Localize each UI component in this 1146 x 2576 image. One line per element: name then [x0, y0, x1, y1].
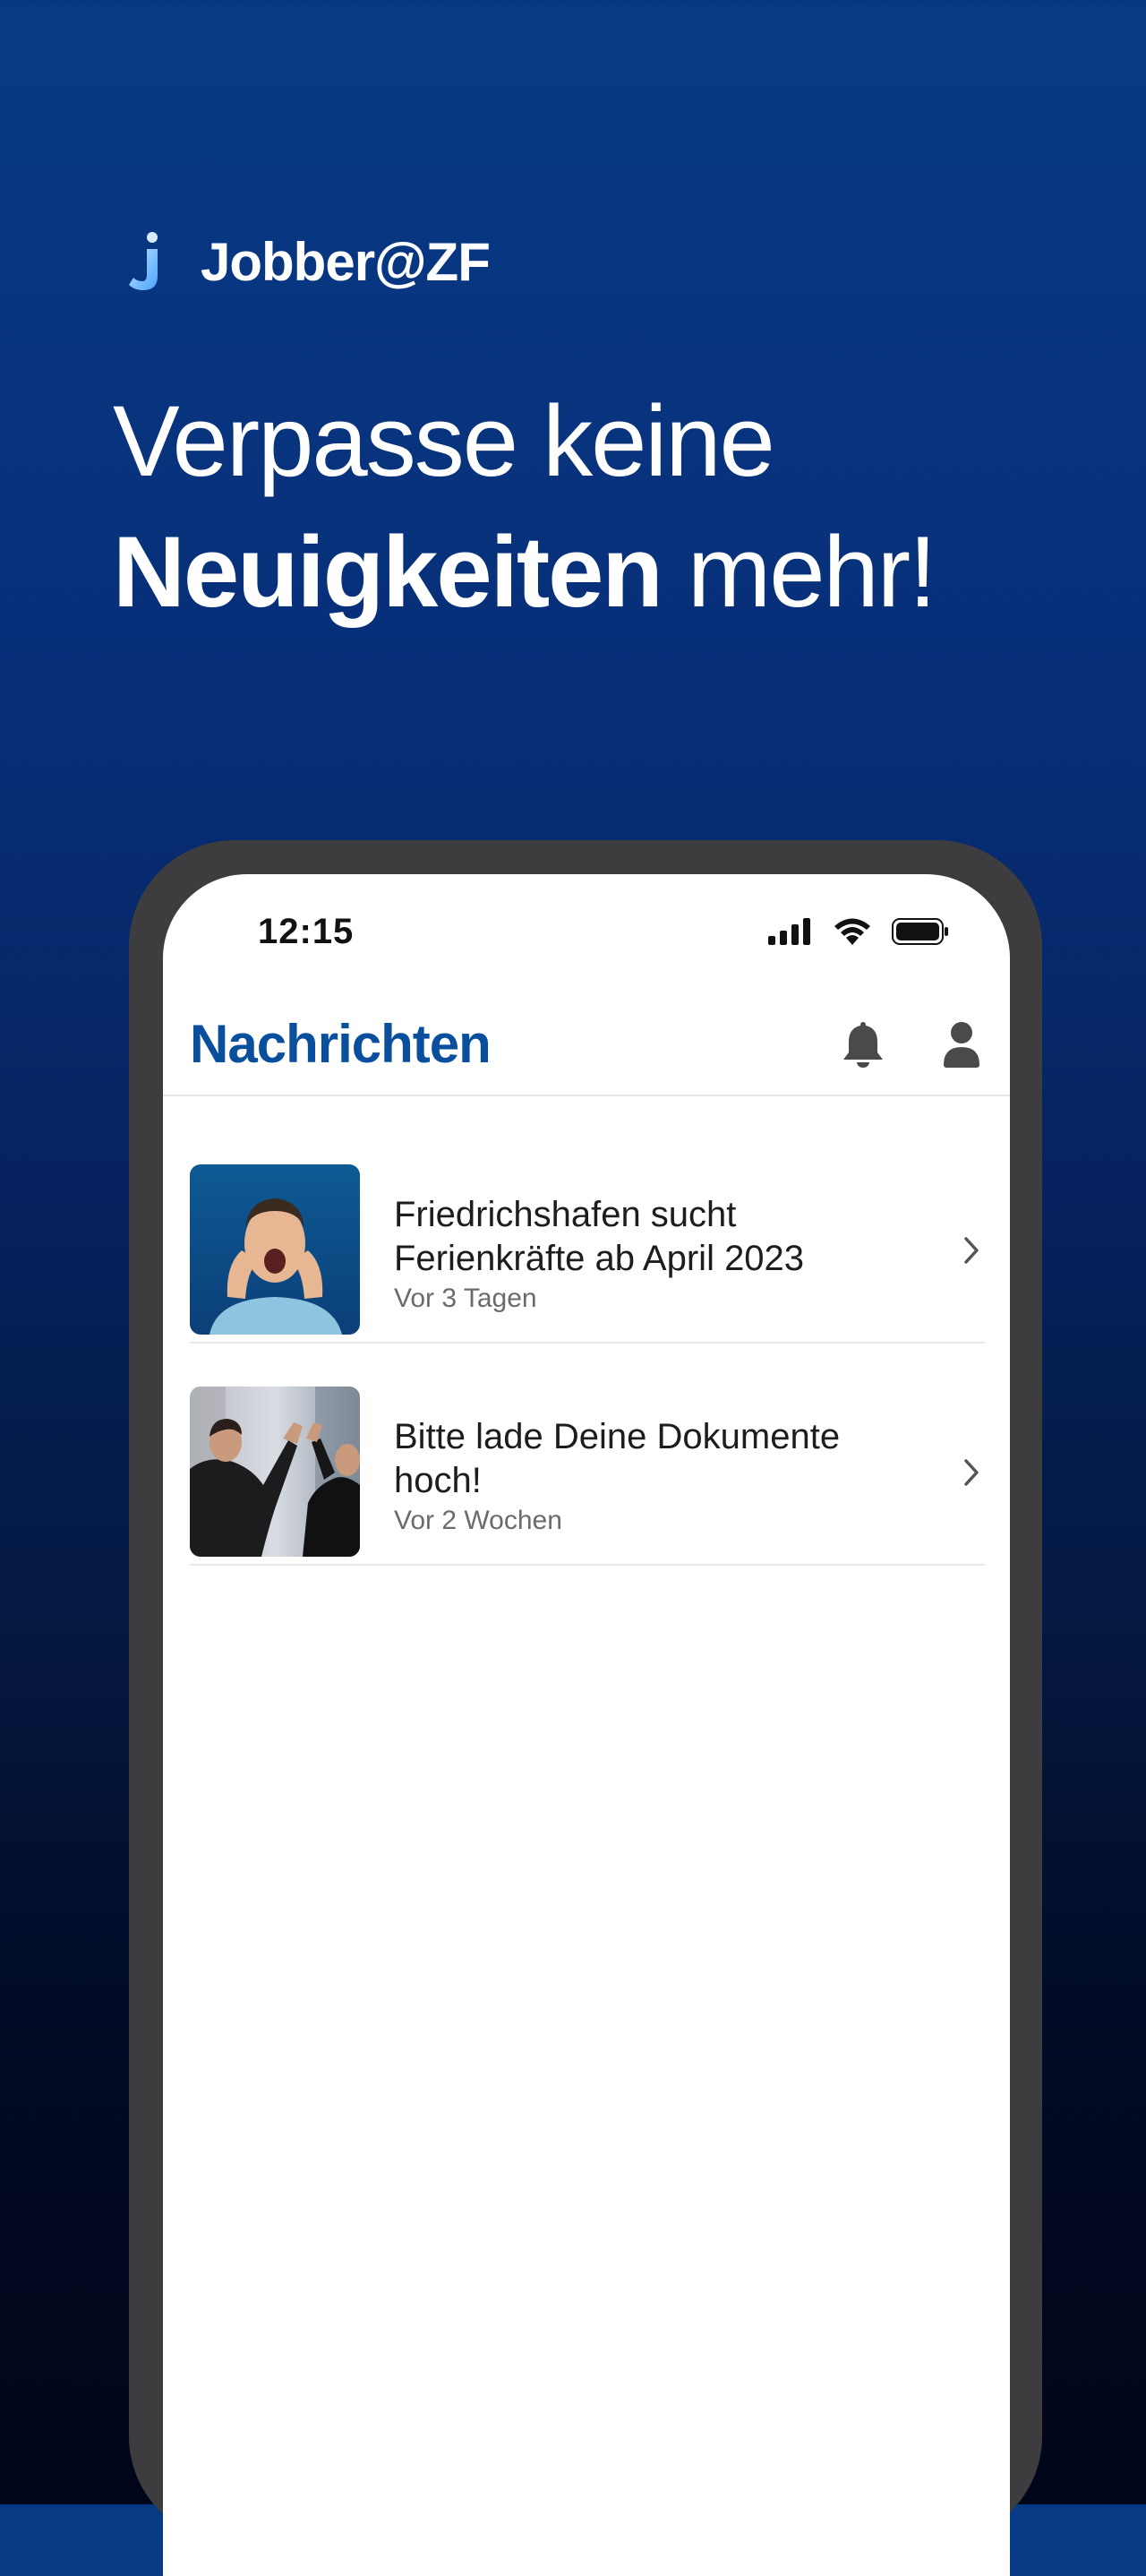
app-header: Nachrichten — [163, 1009, 1010, 1096]
headline: Verpasse keine Neuigkeiten mehr! — [113, 376, 936, 638]
message-text: Friedrichshafen sucht Ferienkräfte ab Ap… — [394, 1193, 913, 1317]
brand-name: Jobber@ZF — [201, 232, 491, 292]
list-item[interactable]: Bitte lade Deine Dokumente hoch! Vor 2 W… — [190, 1344, 985, 1566]
brand: Jobber@ZF — [125, 231, 491, 294]
message-list: Friedrichshafen sucht Ferienkräfte ab Ap… — [190, 1121, 985, 1566]
chevron-right-icon — [958, 1231, 985, 1270]
headline-emphasis: Neuigkeiten — [113, 516, 663, 628]
chevron-right-icon — [958, 1453, 985, 1492]
status-time: 12:15 — [258, 912, 355, 951]
phone-screen: 12:15 Nachrichten Friedrichshafen sucht … — [163, 874, 1010, 2576]
status-icons — [768, 917, 951, 950]
page-title: Nachrichten — [190, 1014, 492, 1074]
j-logo-icon — [125, 231, 165, 294]
message-title: Bitte lade Deine Dokumente hoch! — [394, 1417, 841, 1500]
message-text: Bitte lade Deine Dokumente hoch! Vor 2 W… — [394, 1415, 913, 1539]
bell-icon[interactable] — [836, 1018, 890, 1071]
list-item[interactable]: Friedrichshafen sucht Ferienkräfte ab Ap… — [190, 1121, 985, 1344]
man-shouting-image — [190, 1164, 360, 1335]
user-icon[interactable] — [935, 1018, 988, 1071]
wifi-icon — [833, 917, 872, 950]
business-high-five-image — [190, 1387, 360, 1557]
headline-line-1: Verpasse keine — [113, 385, 775, 497]
signal-icon — [768, 918, 813, 949]
message-title: Friedrichshafen sucht Ferienkräfte ab Ap… — [394, 1195, 805, 1278]
headline-line-2: Neuigkeiten mehr! — [113, 507, 936, 638]
message-time: Vor 3 Tagen — [394, 1284, 537, 1313]
headline-line-2-rest: mehr! — [661, 516, 936, 628]
battery-icon — [892, 917, 951, 950]
message-time: Vor 2 Wochen — [394, 1506, 562, 1535]
